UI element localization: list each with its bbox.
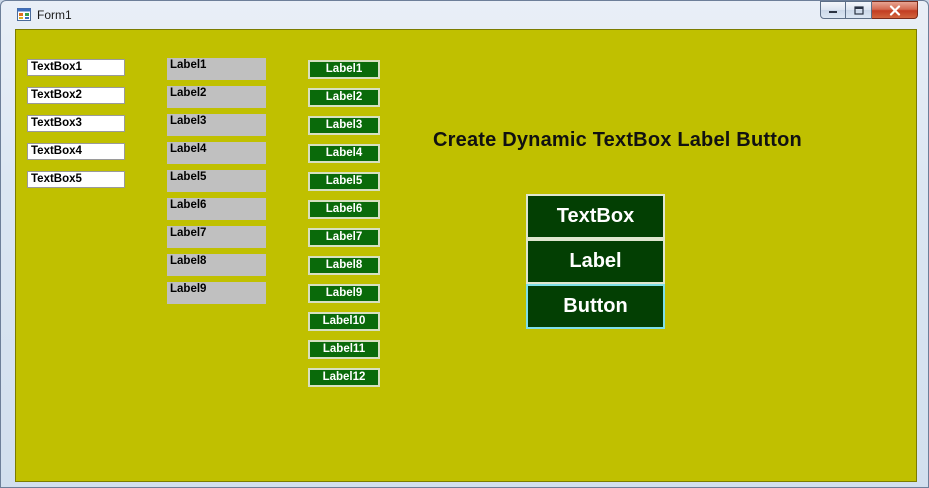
dynamic-button-11[interactable]: Label11: [308, 340, 380, 359]
label-1: Label1: [167, 58, 266, 80]
textbox-4[interactable]: TextBox4: [27, 143, 125, 160]
window-title: Form1: [37, 8, 72, 22]
label-5: Label5: [167, 170, 266, 192]
dynamic-button-7[interactable]: Label7: [308, 228, 380, 247]
label-4: Label4: [167, 142, 266, 164]
close-button[interactable]: [872, 1, 918, 19]
label-6: Label6: [167, 198, 266, 220]
close-icon: [889, 4, 900, 16]
page-heading: Create Dynamic TextBox Label Button: [433, 129, 802, 151]
textbox-2[interactable]: TextBox2: [27, 87, 125, 104]
dynamic-button-9[interactable]: Label9: [308, 284, 380, 303]
dynamic-button-12[interactable]: Label12: [308, 368, 380, 387]
create-textbox-button[interactable]: TextBox: [526, 194, 665, 239]
textbox-3[interactable]: TextBox3: [27, 115, 125, 132]
textbox-1[interactable]: TextBox1: [27, 59, 125, 76]
dynamic-button-8[interactable]: Label8: [308, 256, 380, 275]
maximize-icon: [853, 5, 864, 15]
label-7: Label7: [167, 226, 266, 248]
form-client-area: TextBox1 TextBox2 TextBox3 TextBox4 Text…: [15, 29, 917, 482]
title-bar[interactable]: Form1: [1, 1, 928, 29]
app-window: Form1 TextBox1 TextBox2 TextBox3 TextBox…: [0, 0, 929, 488]
dynamic-button-6[interactable]: Label6: [308, 200, 380, 219]
form-icon: [17, 8, 31, 21]
dynamic-button-2[interactable]: Label2: [308, 88, 380, 107]
label-2: Label2: [167, 86, 266, 108]
dynamic-button-10[interactable]: Label10: [308, 312, 380, 331]
label-3: Label3: [167, 114, 266, 136]
dynamic-button-1[interactable]: Label1: [308, 60, 380, 79]
dynamic-button-4[interactable]: Label4: [308, 144, 380, 163]
dynamic-button-3[interactable]: Label3: [308, 116, 380, 135]
dynamic-button-5[interactable]: Label5: [308, 172, 380, 191]
minimize-icon: [829, 11, 837, 13]
minimize-button[interactable]: [820, 1, 846, 19]
label-8: Label8: [167, 254, 266, 276]
label-9: Label9: [167, 282, 266, 304]
textbox-5[interactable]: TextBox5: [27, 171, 125, 188]
create-label-button[interactable]: Label: [526, 239, 665, 284]
maximize-button[interactable]: [846, 1, 872, 19]
create-button-button[interactable]: Button: [526, 284, 665, 329]
